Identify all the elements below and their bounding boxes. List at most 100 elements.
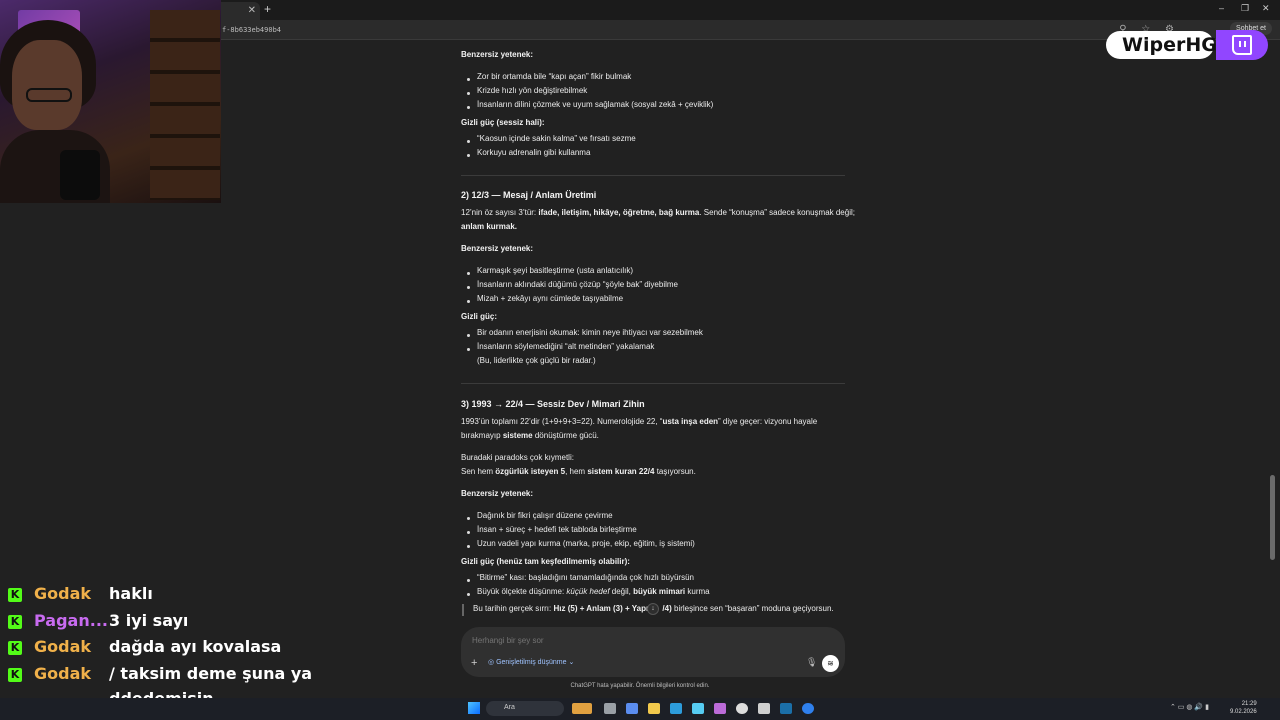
list-item: İnsanların aklındaki düğümü çözüp “şöyle… bbox=[467, 280, 678, 289]
tab-close-icon[interactable]: ✕ bbox=[248, 5, 256, 16]
scroll-down-icon[interactable]: ↓ bbox=[647, 603, 659, 615]
kick-icon: K bbox=[8, 588, 22, 602]
streamer-face bbox=[12, 40, 82, 130]
taskbar bbox=[0, 698, 1280, 720]
kick-icon: K bbox=[8, 668, 22, 682]
microphone-prop bbox=[60, 150, 100, 200]
app-icon[interactable] bbox=[758, 703, 770, 714]
windows-start-icon[interactable] bbox=[468, 702, 480, 714]
voice-mode-icon[interactable]: ≋ bbox=[822, 655, 839, 672]
globe-icon: ◎ bbox=[488, 659, 495, 666]
list-item: İnsan + süreç + hedefi tek tabloda birle… bbox=[467, 525, 637, 534]
chat-text: haklı bbox=[109, 584, 153, 603]
divider bbox=[461, 383, 845, 384]
webcam-shelf bbox=[150, 10, 220, 200]
taskbar-search[interactable]: Ara bbox=[486, 701, 564, 716]
text-run: Sen hem bbox=[461, 467, 494, 476]
url-text: f-8b633eb490b4 bbox=[222, 26, 282, 34]
thinking-mode-label: Genişletilmiş düşünme bbox=[496, 659, 567, 666]
app-icon[interactable] bbox=[736, 703, 748, 714]
task-view-icon[interactable] bbox=[604, 703, 616, 714]
add-attachment-icon[interactable]: + bbox=[471, 657, 477, 669]
streamer-glasses bbox=[26, 88, 72, 102]
channel-name: WiperHG bbox=[1122, 34, 1217, 56]
chat-username: Pagan... bbox=[34, 611, 108, 630]
widget-icon[interactable] bbox=[572, 703, 592, 714]
section-heading: 2) 12/3 — Mesaj / Anlam Üretimi bbox=[461, 190, 597, 200]
list-item: İnsanların söylemediğini “alt metinden” … bbox=[466, 342, 655, 351]
text-run: taşıyorsun. bbox=[656, 467, 696, 476]
clock-date: 9.02.2026 bbox=[1230, 709, 1257, 715]
chat-text: 3 iyi sayı bbox=[109, 611, 189, 630]
text-run: , hem bbox=[565, 467, 586, 476]
list-item: Krizde hızlı yön değiştirebilmek bbox=[466, 86, 588, 95]
paragraph: Sen hem özgürlük isteyen 5, hem sistem k… bbox=[461, 467, 696, 476]
list-item: İnsanların dilini çözmek ve uyum sağlama… bbox=[466, 100, 714, 109]
chat-username: Godak bbox=[34, 637, 92, 656]
text-run: dönüştürme gücü. bbox=[534, 431, 599, 440]
page-scrollbar[interactable] bbox=[1270, 475, 1275, 560]
blockquote-bar bbox=[462, 604, 464, 616]
s3-hidden-title: Gizli güç (henüz tam keşfedilmemiş olabi… bbox=[461, 557, 630, 566]
text-run: 12’nin öz sayısı 3’tür: bbox=[461, 208, 537, 217]
s1-hidden-title: Gizli güç (sessiz hali): bbox=[461, 118, 545, 127]
steam-icon[interactable] bbox=[780, 703, 792, 714]
text-run-bold: usta inşa eden bbox=[662, 417, 719, 426]
list-item: Zor bir ortamda bile “kapı açan” fikir b… bbox=[466, 72, 632, 81]
s3-unique-title: Benzersiz yetenek: bbox=[461, 489, 534, 498]
list-item: Bir odanın enerjisini okumak: kimin neye… bbox=[467, 328, 703, 337]
chevron-down-icon: ⌄ bbox=[568, 659, 575, 666]
paragraph: 12’nin öz sayısı 3’tür: ifade, iletişim,… bbox=[461, 208, 855, 217]
system-tray[interactable]: ⌃ ▭ ◍ 🔊 ▮ bbox=[1170, 703, 1209, 711]
text-run: değil, bbox=[611, 587, 631, 596]
paragraph: bırakmayıp sisteme dönüştürme gücü. bbox=[461, 431, 599, 440]
chat-username: Godak bbox=[34, 664, 92, 683]
text-run-bold: sistem kuran 22/4 bbox=[587, 467, 655, 476]
text-run: kurma bbox=[687, 587, 710, 596]
list-item: Korkuyu adrenalin gibi kullanma bbox=[466, 148, 591, 157]
app-icon[interactable] bbox=[692, 703, 704, 714]
list-item: Büyük ölçekte düşünme: küçük hedef değil… bbox=[467, 587, 710, 596]
clock[interactable]: 21:29 9.02.2026 bbox=[1230, 700, 1257, 716]
text-run-italic: küçük hedef bbox=[566, 587, 610, 596]
text-run-bold: ifade, iletişim, hikâye, öğretme, bağ ku… bbox=[538, 208, 700, 217]
search-label: Ara bbox=[504, 704, 515, 711]
s2-hidden-title: Gizli güç: bbox=[461, 312, 497, 321]
list-item: “Bitirme” kası: başladığını tamamladığın… bbox=[467, 573, 694, 582]
text-run: Bu tarihin gerçek sırrı: bbox=[473, 604, 552, 613]
text-run-bold: anlam kurmak. bbox=[461, 222, 518, 231]
text-run: birleşince sen “başaran” moduna geçiyors… bbox=[674, 604, 834, 613]
text-run: bırakmayıp bbox=[461, 431, 501, 440]
file-explorer-icon[interactable] bbox=[648, 703, 660, 714]
minimize-icon[interactable]: – bbox=[1219, 3, 1224, 13]
paragraph: 1993’ün toplamı 22’dir (1+9+9+3=22). Num… bbox=[461, 417, 817, 426]
s1-unique-title: Benzersiz yetenek: bbox=[461, 50, 534, 59]
text-run-bold: büyük mimari bbox=[633, 587, 686, 596]
text-run-bold: özgürlük isteyen 5 bbox=[495, 467, 566, 476]
chat-text: dağda ayı kovalasa bbox=[109, 637, 282, 656]
twitch-icon bbox=[1232, 35, 1252, 55]
text-run: Büyük ölçekte düşünme: bbox=[477, 587, 565, 596]
prompt-input[interactable] bbox=[472, 636, 772, 645]
composer bbox=[461, 627, 845, 677]
app-icon[interactable] bbox=[670, 703, 682, 714]
microphone-icon[interactable]: 🎙 bbox=[806, 657, 817, 668]
app-icon[interactable] bbox=[714, 703, 726, 714]
text-run-bold: sisteme bbox=[502, 431, 533, 440]
list-item: “Kaosun içinde sakin kalma” ve fırsatı s… bbox=[467, 134, 636, 143]
app-icon[interactable] bbox=[626, 703, 638, 714]
close-window-icon[interactable]: ✕ bbox=[1262, 3, 1270, 14]
list-item: Mizah + zekâyı aynı cümlede taşıyabilme bbox=[466, 294, 624, 303]
maximize-icon[interactable]: ❐ bbox=[1241, 3, 1249, 14]
s2-unique-title: Benzersiz yetenek: bbox=[461, 244, 534, 253]
text-run: . Sende “konuşma” sadece konuşmak değil; bbox=[699, 208, 855, 217]
list-item: Karmaşık şeyi basitleştirme (usta anlatı… bbox=[466, 266, 634, 275]
new-tab-icon[interactable]: + bbox=[264, 2, 271, 16]
text-run-bold: Hız (5) + Anlam (3) + Yapı bbox=[553, 604, 649, 613]
divider bbox=[461, 175, 845, 176]
section-heading: 3) 1993 → 22/4 — Sessiz Dev / Mimari Zih… bbox=[461, 399, 645, 409]
browser-icon[interactable] bbox=[802, 703, 814, 714]
paragraph: Buradaki paradoks çok kıymetli: bbox=[461, 453, 574, 462]
webcam-feed bbox=[0, 0, 221, 203]
thinking-mode-button[interactable]: ◎ Genişletilmiş düşünme ⌄ bbox=[488, 658, 574, 666]
